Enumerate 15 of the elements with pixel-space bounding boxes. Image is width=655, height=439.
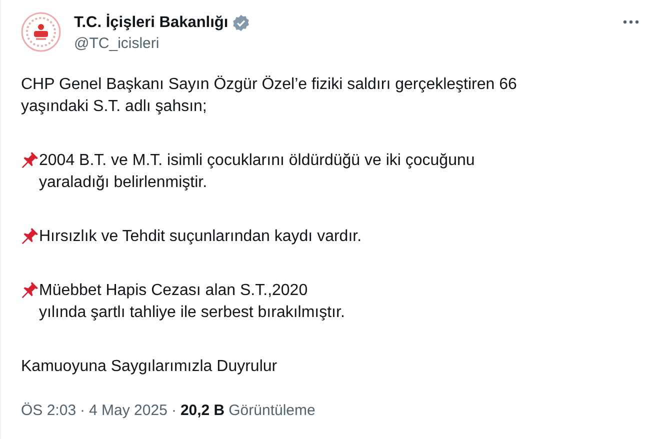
account-name[interactable]: T.C. İçişleri Bakanlığı [74,14,228,32]
tweet-text: CHP Genel Başkanı Sayın Özgür Özel’e fiziki saldırı gerçekleştiren 66 yaşındaki S.T. adlı şahsın; [21,74,517,117]
tweet-text: 2004 B.T. ve M.T. isimli çocuklarını öldürdüğü ve iki çocuğunu yaraladığı belirlenmiştir. [39,151,475,193]
views-label: Görüntüleme [228,402,316,419]
separator-dot: · [171,402,176,419]
post-time[interactable]: ÖS 2:03 [21,402,76,419]
more-icon[interactable] [623,20,639,24]
view-count: 20,2 B [180,402,225,419]
account-handle[interactable]: @TC_icisleri [74,35,623,52]
separator-dot: · [80,402,86,419]
tweet-text: Müebbet Hapis Cezası alan S.T.,2020 yılında şartlı tahliye ile serbest bırakılmıştır. [39,281,345,323]
post-date[interactable]: 4 May 2025 [89,402,168,419]
emblem-avatar [21,12,61,52]
tweet-text: Hırsızlık ve Tehdit suçunlarından kaydı vardır. [39,227,362,247]
tweet-text: Kamuoyuna Saygılarımızla Duyrulur [21,357,278,377]
